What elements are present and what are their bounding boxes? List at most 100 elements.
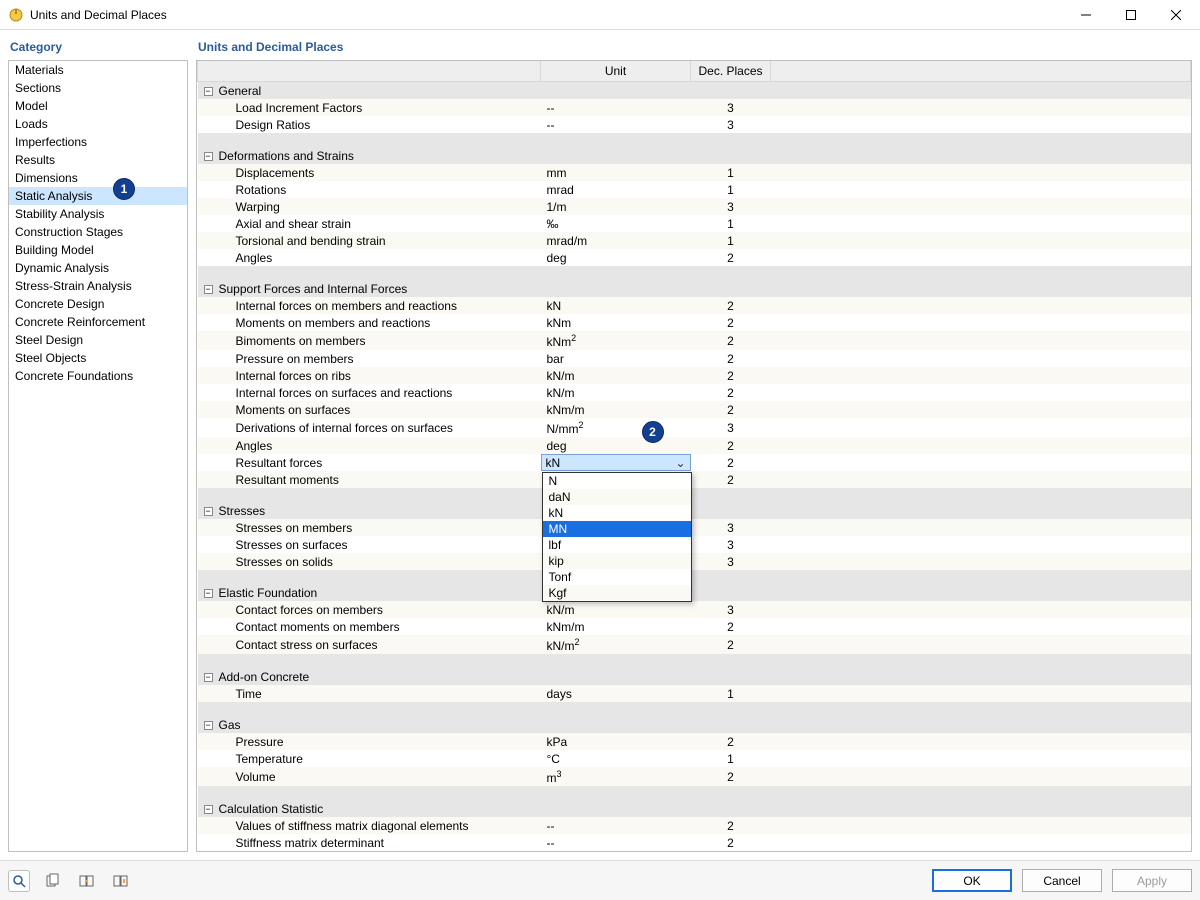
unit-dropdown-list[interactable]: NdaNkNMNlbfkipTonfKgf (542, 472, 692, 602)
chevron-down-icon[interactable]: ⌄ (674, 456, 688, 470)
collapse-toggle-icon[interactable]: − (204, 507, 213, 516)
row-dec-cell[interactable]: 2 (691, 249, 771, 266)
copy-settings-button[interactable] (42, 870, 64, 892)
sidebar-item[interactable]: Dynamic Analysis (9, 259, 187, 277)
row-dec-cell[interactable]: 1 (691, 181, 771, 198)
sidebar-item[interactable]: Steel Design (9, 331, 187, 349)
dropdown-option[interactable]: MN (543, 521, 691, 537)
sidebar-item[interactable]: Concrete Foundations (9, 367, 187, 385)
group-header-row[interactable]: −Deformations and Strains (198, 147, 1191, 164)
row-dec-cell[interactable]: 2 (691, 331, 771, 350)
row-unit-cell[interactable]: m3 (541, 767, 691, 786)
row-unit-cell[interactable]: mrad/m (541, 232, 691, 249)
group-header-row[interactable]: −Elastic Foundation (198, 584, 1191, 601)
group-header-row[interactable]: −Calculation Statistic (198, 800, 1191, 817)
minimize-button[interactable] (1063, 0, 1108, 29)
group-header-row[interactable]: −Gas (198, 716, 1191, 733)
row-unit-cell[interactable]: deg (541, 437, 691, 454)
row-dec-cell[interactable]: 2 (691, 834, 771, 851)
sidebar-item[interactable]: Building Model (9, 241, 187, 259)
search-units-button[interactable] (8, 870, 30, 892)
sidebar-item[interactable]: Results (9, 151, 187, 169)
cancel-button[interactable]: Cancel (1022, 869, 1102, 892)
collapse-toggle-icon[interactable]: − (204, 87, 213, 96)
reset-settings-button[interactable] (110, 870, 132, 892)
row-dec-cell[interactable]: 2 (691, 401, 771, 418)
row-dec-cell[interactable]: 2 (691, 350, 771, 367)
row-dec-cell[interactable]: 1 (691, 750, 771, 767)
row-dec-cell[interactable]: 1 (691, 215, 771, 232)
category-list[interactable]: MaterialsSectionsModelLoadsImperfections… (8, 60, 188, 852)
row-dec-cell[interactable]: 2 (691, 367, 771, 384)
row-dec-cell[interactable]: 2 (691, 618, 771, 635)
row-dec-cell[interactable]: 1 (691, 164, 771, 181)
dropdown-option[interactable]: daN (543, 489, 691, 505)
row-unit-cell[interactable]: kNm (541, 314, 691, 331)
row-unit-cell[interactable]: -- (541, 817, 691, 834)
row-dec-cell[interactable]: 3 (691, 536, 771, 553)
group-header-row[interactable]: −Add-on Concrete (198, 668, 1191, 685)
row-dec-cell[interactable]: 3 (691, 99, 771, 116)
close-button[interactable] (1153, 0, 1198, 29)
col-header-dec[interactable]: Dec. Places (691, 61, 771, 82)
row-unit-cell[interactable]: kN/m (541, 384, 691, 401)
row-unit-cell[interactable]: -- (541, 116, 691, 133)
sidebar-item[interactable]: Steel Objects (9, 349, 187, 367)
row-dec-cell[interactable]: 2 (691, 733, 771, 750)
row-unit-cell[interactable]: kN⌄ (541, 454, 691, 471)
row-dec-cell[interactable]: 2 (691, 817, 771, 834)
group-header-row[interactable]: −General (198, 82, 1191, 100)
sidebar-item[interactable]: Static Analysis (9, 187, 187, 205)
collapse-toggle-icon[interactable]: − (204, 673, 213, 682)
row-dec-cell[interactable]: 3 (691, 553, 771, 570)
group-header-row[interactable]: −Support Forces and Internal Forces (198, 280, 1191, 297)
sidebar-item[interactable]: Construction Stages (9, 223, 187, 241)
collapse-toggle-icon[interactable]: − (204, 589, 213, 598)
sidebar-item[interactable]: Sections (9, 79, 187, 97)
row-unit-cell[interactable]: kN/m (541, 601, 691, 618)
dropdown-option[interactable]: kip (543, 553, 691, 569)
row-dec-cell[interactable]: 3 (691, 116, 771, 133)
sidebar-item[interactable]: Stability Analysis (9, 205, 187, 223)
row-dec-cell[interactable]: 2 (691, 437, 771, 454)
row-dec-cell[interactable]: 3 (691, 519, 771, 536)
unit-combobox[interactable]: kN⌄ (541, 454, 691, 471)
row-unit-cell[interactable]: kNm/m (541, 618, 691, 635)
row-dec-cell[interactable]: 3 (691, 418, 771, 437)
row-unit-cell[interactable]: kPa (541, 733, 691, 750)
sidebar-item[interactable]: Concrete Design (9, 295, 187, 313)
sidebar-item[interactable]: Materials (9, 61, 187, 79)
row-unit-cell[interactable]: 1/m (541, 198, 691, 215)
sidebar-item[interactable]: Model (9, 97, 187, 115)
row-unit-cell[interactable]: days (541, 685, 691, 702)
row-unit-cell[interactable]: mrad (541, 181, 691, 198)
row-unit-cell[interactable]: N/mm2 (541, 418, 691, 437)
dropdown-option[interactable]: Tonf (543, 569, 691, 585)
row-dec-cell[interactable]: 2 (691, 767, 771, 786)
row-dec-cell[interactable]: 3 (691, 601, 771, 618)
sidebar-item[interactable]: Imperfections (9, 133, 187, 151)
grid-scroll[interactable]: Unit Dec. Places −GeneralLoad Increment … (197, 61, 1191, 851)
row-unit-cell[interactable]: kN (541, 297, 691, 314)
collapse-toggle-icon[interactable]: − (204, 721, 213, 730)
row-dec-cell[interactable]: 3 (691, 198, 771, 215)
dropdown-option[interactable]: N (543, 473, 691, 489)
maximize-button[interactable] (1108, 0, 1153, 29)
row-unit-cell[interactable]: kN/m2 (541, 635, 691, 654)
col-header-unit[interactable]: Unit (541, 61, 691, 82)
row-dec-cell[interactable]: 2 (691, 471, 771, 488)
row-unit-cell[interactable]: -- (541, 834, 691, 851)
sidebar-item[interactable]: Dimensions (9, 169, 187, 187)
row-unit-cell[interactable]: kNm2 (541, 331, 691, 350)
row-dec-cell[interactable]: 2 (691, 314, 771, 331)
row-dec-cell[interactable]: 1 (691, 232, 771, 249)
sidebar-item[interactable]: Concrete Reinforcement (9, 313, 187, 331)
row-dec-cell[interactable]: 1 (691, 685, 771, 702)
row-unit-cell[interactable]: deg (541, 249, 691, 266)
row-unit-cell[interactable]: °C (541, 750, 691, 767)
dropdown-option[interactable]: Kgf (543, 585, 691, 601)
row-dec-cell[interactable]: 2 (691, 384, 771, 401)
collapse-toggle-icon[interactable]: − (204, 805, 213, 814)
row-dec-cell[interactable]: 2 (691, 454, 771, 471)
sidebar-item[interactable]: Loads (9, 115, 187, 133)
